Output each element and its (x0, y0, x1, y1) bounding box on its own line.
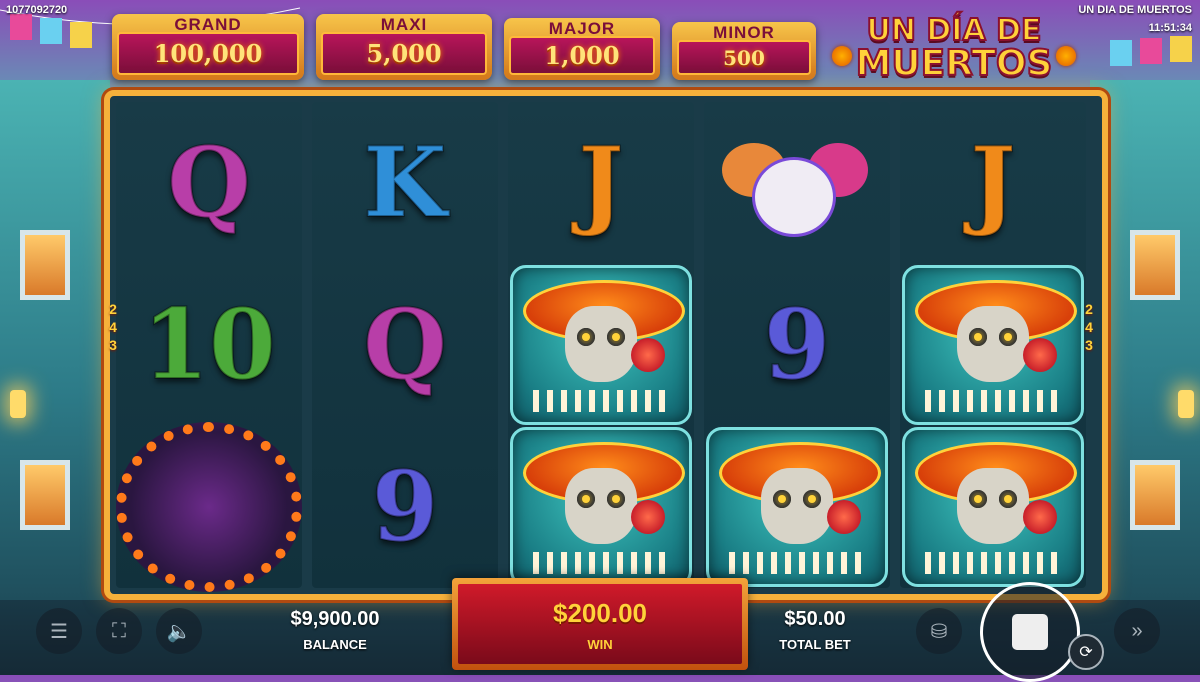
reel-5: J (900, 102, 1086, 588)
logo-line1: UN DÍA DE (865, 13, 1042, 48)
symbol-letter: 9 (763, 288, 832, 401)
ways-indicator-right: 243 (1085, 301, 1093, 353)
skull-icon (510, 427, 692, 587)
symbol-q: Q (116, 102, 302, 264)
jackpot-value: 5,000 (366, 39, 442, 68)
total-bet-label: TOTAL BET (779, 637, 851, 652)
sugar-skull-icon (722, 133, 872, 237)
skull-icon (510, 265, 692, 425)
symbol-q: Q (312, 264, 498, 426)
reel-grid: Q 10 K Q 9 J 9 J (104, 90, 1108, 600)
jackpot-minor: MINOR 500 (672, 22, 816, 80)
autoplay-icon[interactable]: ⟳ (1068, 634, 1104, 670)
total-bet-display: $50.00 TOTAL BET (760, 608, 870, 652)
symbol-catrina-skull (900, 264, 1086, 426)
balance-display: $9,900.00 BALANCE (270, 608, 400, 652)
symbol-k: K (312, 102, 498, 264)
marigold-flower (832, 46, 852, 66)
symbol-altar-wreath (116, 422, 302, 592)
symbol-letter: J (577, 126, 624, 239)
jackpot-value: 100,000 (153, 39, 263, 68)
symbol-sugar-skull-cookies (704, 102, 890, 264)
win-display: $200.00 WIN (452, 578, 748, 670)
symbol-catrina-skull (900, 426, 1086, 588)
reel-2: KQ 9 (312, 102, 498, 588)
skull-icon (902, 265, 1084, 425)
symbol-9: 9 (312, 426, 498, 588)
building-window (20, 460, 70, 530)
ways-indicator-left: 243 (109, 301, 117, 353)
building-window (20, 230, 70, 300)
menu-icon[interactable]: ☰ (36, 608, 82, 654)
reel-1: Q 10 (116, 102, 302, 592)
symbol-j: J (900, 102, 1086, 264)
fullscreen-icon[interactable]: ⛶ (96, 608, 142, 654)
building-window (1130, 230, 1180, 300)
skull-icon (706, 427, 888, 587)
symbol-letter: K (362, 126, 447, 239)
skull-icon (902, 427, 1084, 587)
total-bet-value: $50.00 (784, 608, 846, 630)
marigold-flower (1056, 46, 1076, 66)
symbol-letter: 10 (141, 288, 277, 401)
building-window (1130, 460, 1180, 530)
round-id: 1077092720 (6, 4, 68, 16)
stop-icon (1012, 614, 1048, 650)
game-name: UN DIA DE MUERTOS (1078, 4, 1192, 16)
clock: 11:51:34 (1148, 22, 1192, 34)
reel-3: J (508, 102, 694, 588)
symbol-9: 9 (704, 264, 890, 426)
jackpot-value: 1,000 (544, 41, 620, 70)
symbol-10: 10 (116, 264, 302, 426)
reel-4: 9 (704, 102, 890, 588)
game-logo: UN DÍA DE MUERTOS (832, 12, 1076, 90)
left-building (0, 80, 110, 600)
logo-line2: MUERTOS (855, 43, 1054, 84)
balance-value: $9,900.00 (290, 608, 380, 630)
altar-icon (116, 422, 302, 592)
street-lamp (10, 390, 26, 418)
jackpot-value: 500 (723, 45, 765, 70)
symbol-catrina-skull (508, 264, 694, 426)
symbol-j: J (508, 102, 694, 264)
symbol-letter: J (969, 126, 1016, 239)
symbol-catrina-skull (704, 426, 890, 588)
symbol-letter: Q (166, 126, 252, 239)
symbol-letter: Q (362, 288, 448, 401)
balance-label: BALANCE (303, 637, 367, 652)
win-value: $200.00 (553, 598, 647, 628)
jackpot-maxi: MAXI 5,000 (316, 14, 492, 80)
street-lamp (1178, 390, 1194, 418)
symbol-catrina-skull (508, 426, 694, 588)
win-label: WIN (587, 637, 613, 652)
fast-forward-icon[interactable]: » (1114, 608, 1160, 654)
spin-stop-button[interactable] (980, 582, 1080, 682)
jackpot-grand: GRAND 100,000 (112, 14, 304, 80)
coins-icon[interactable]: ⛁ (916, 608, 962, 654)
jackpot-major: MAJOR 1,000 (504, 18, 660, 80)
symbol-letter: 9 (371, 450, 440, 563)
speaker-icon[interactable]: 🔈 (156, 608, 202, 654)
